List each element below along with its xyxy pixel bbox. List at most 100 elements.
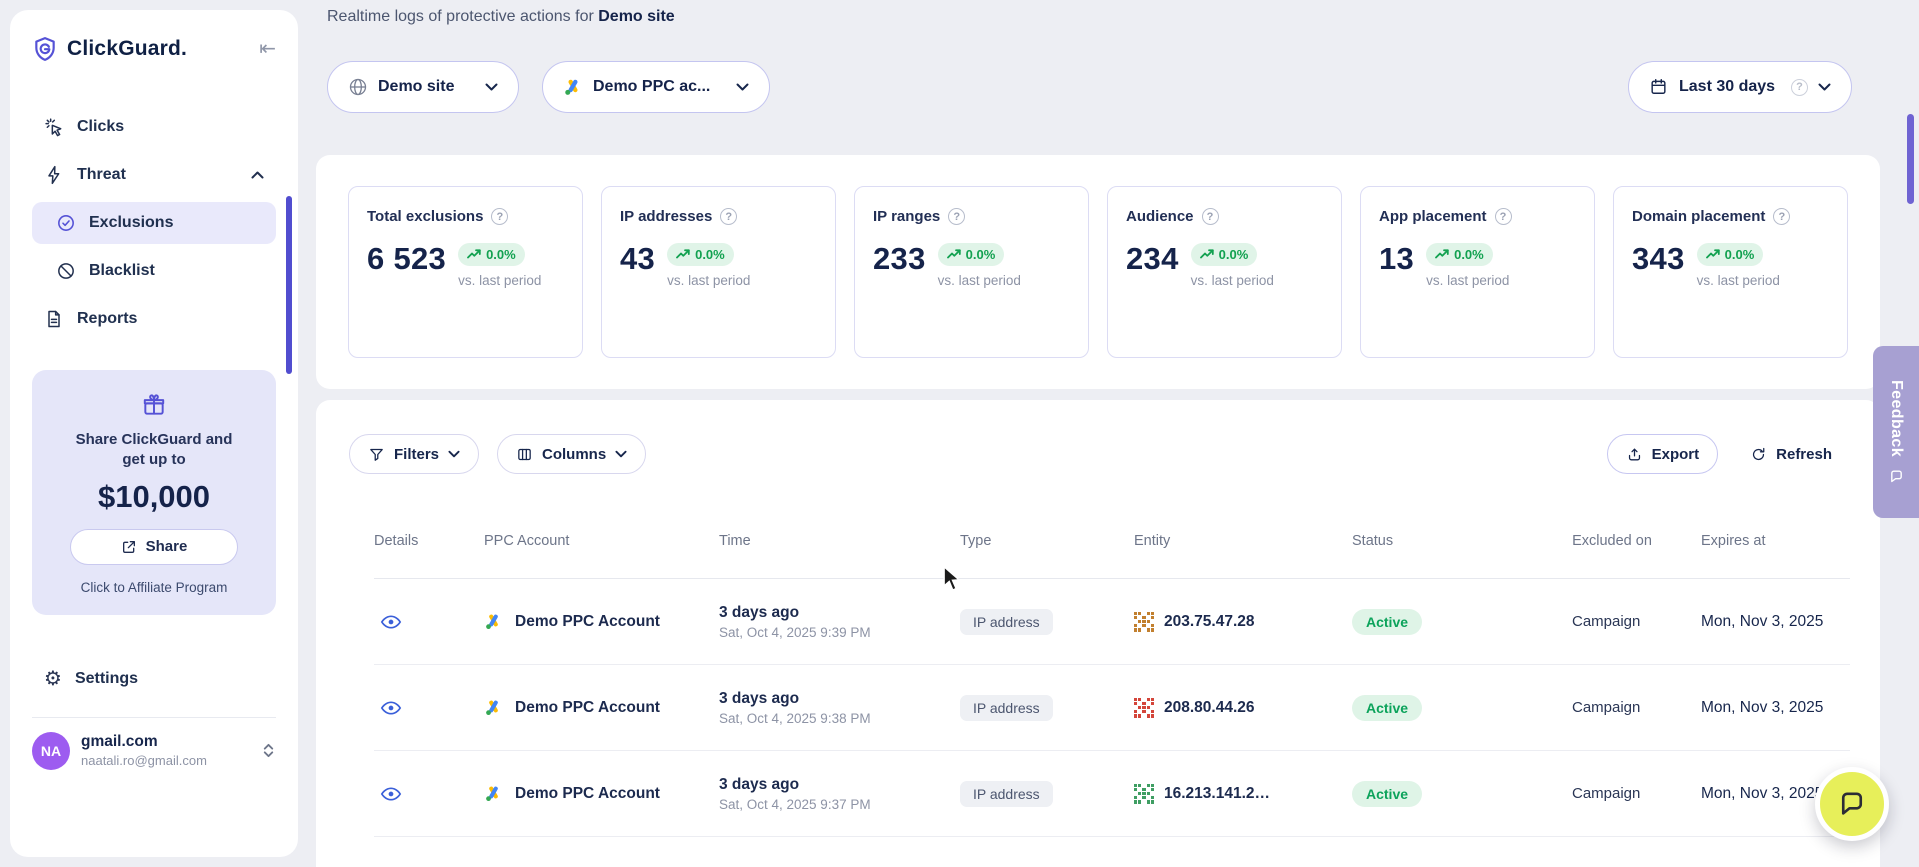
ppc-account-name: Demo PPC Account	[515, 785, 660, 803]
time-relative: 3 days ago	[719, 690, 960, 708]
share-button-label: Share	[146, 538, 188, 555]
trend-up-badge: 0.0%	[1426, 243, 1493, 266]
col-header-ppc-account: PPC Account	[484, 533, 569, 549]
time-relative: 3 days ago	[719, 776, 960, 794]
col-header-time: Time	[719, 533, 751, 549]
help-icon[interactable]: ?	[720, 208, 737, 225]
site-selector-label: Demo site	[378, 78, 454, 96]
export-button[interactable]: Export	[1607, 434, 1719, 474]
filters-button[interactable]: Filters	[349, 434, 479, 474]
logo-row: ClickGuard. ⇤	[32, 36, 276, 62]
stat-vs-label: vs. last period	[667, 273, 750, 288]
help-icon[interactable]: ?	[491, 208, 508, 225]
help-icon[interactable]: ?	[1791, 79, 1808, 96]
lightning-bolt-icon	[44, 165, 64, 185]
trend-up-badge: 0.0%	[938, 243, 1005, 266]
excluded-on-value: Campaign	[1572, 613, 1701, 630]
status-badge: Active	[1352, 781, 1422, 807]
sidebar-item-reports[interactable]: Reports	[32, 298, 276, 340]
trend-up-icon	[676, 249, 690, 260]
page-scrollbar[interactable]	[1907, 114, 1914, 204]
trend-up-badge: 0.0%	[1697, 243, 1764, 266]
export-button-label: Export	[1652, 446, 1700, 463]
ppc-account-name: Demo PPC Account	[515, 699, 660, 717]
sidebar-item-threat[interactable]: Threat	[32, 154, 276, 196]
collapse-sidebar-icon[interactable]: ⇤	[259, 39, 276, 59]
gear-icon: ⚙	[44, 669, 62, 689]
external-link-icon	[121, 539, 137, 555]
columns-icon	[516, 446, 533, 463]
sidebar-item-clicks[interactable]: Clicks	[32, 106, 276, 148]
help-icon[interactable]: ?	[948, 208, 965, 225]
view-details-eye-icon[interactable]	[380, 783, 402, 805]
chat-launcher-button[interactable]	[1815, 767, 1889, 841]
page-subtitle: Realtime logs of protective actions for …	[327, 8, 675, 26]
affiliate-program-link[interactable]: Click to Affiliate Program	[48, 580, 260, 595]
status-badge: Active	[1352, 609, 1422, 635]
clickguard-logo-icon	[32, 36, 58, 62]
cursor-click-icon	[44, 117, 64, 137]
sidebar-item-settings[interactable]: ⚙ Settings	[32, 659, 276, 699]
ppc-account-selector-label: Demo PPC ac...	[593, 78, 710, 96]
stat-card-app-placement: App placement? 13 0.0% vs. last period	[1360, 186, 1595, 358]
sidebar-item-exclusions[interactable]: Exclusions	[32, 202, 276, 244]
stat-card-ip-ranges: IP ranges? 233 0.0% vs. last period	[854, 186, 1089, 358]
sidebar-scrollbar[interactable]	[286, 196, 292, 374]
col-header-expires-at: Expires at	[1701, 533, 1765, 549]
chat-bubble-icon	[1837, 789, 1867, 819]
chevron-up-down-icon[interactable]	[261, 742, 276, 759]
shield-check-icon	[56, 213, 76, 233]
entity-value: 208.80.44.26	[1164, 699, 1255, 717]
funnel-icon	[368, 446, 385, 463]
feedback-tab[interactable]: Feedback	[1873, 346, 1919, 518]
status-badge: Active	[1352, 695, 1422, 721]
trend-up-icon	[467, 249, 481, 260]
stat-value: 343	[1632, 241, 1685, 277]
view-details-eye-icon[interactable]	[380, 697, 402, 719]
export-icon	[1626, 446, 1643, 463]
help-icon[interactable]: ?	[1202, 208, 1219, 225]
stat-card-ip-addresses: IP addresses? 43 0.0% vs. last period	[601, 186, 836, 358]
sidebar: ClickGuard. ⇤ Clicks Threat	[10, 10, 298, 857]
chevron-down-icon	[736, 78, 749, 96]
stat-vs-label: vs. last period	[1426, 273, 1509, 288]
date-range-selector[interactable]: Last 30 days ?	[1628, 61, 1852, 113]
help-icon[interactable]: ?	[1495, 208, 1512, 225]
col-header-entity: Entity	[1134, 533, 1170, 549]
exclusions-table: Details PPC Account Time Type Entity Sta…	[374, 504, 1850, 867]
share-button[interactable]: Share	[70, 529, 238, 565]
table-header-row: Details PPC Account Time Type Entity Sta…	[374, 504, 1850, 579]
expires-at-value: Mon, Nov 3, 2025	[1701, 613, 1850, 631]
google-ads-icon	[563, 77, 583, 97]
promo-text: Share ClickGuard and get up to	[64, 430, 244, 471]
stat-label: IP ranges	[873, 208, 940, 225]
stat-value: 13	[1379, 241, 1414, 277]
stat-label: App placement	[1379, 208, 1487, 225]
view-details-eye-icon[interactable]	[380, 611, 402, 633]
nav-label-threat: Threat	[77, 166, 126, 184]
feedback-widget-icon	[1889, 469, 1904, 484]
refresh-button[interactable]: Refresh	[1732, 434, 1850, 474]
help-icon[interactable]: ?	[1773, 208, 1790, 225]
columns-button[interactable]: Columns	[497, 434, 646, 474]
user-domain: gmail.com	[81, 733, 207, 751]
nav-label-reports: Reports	[77, 310, 137, 328]
refresh-icon	[1750, 446, 1767, 463]
refresh-button-label: Refresh	[1776, 446, 1832, 463]
chevron-down-icon	[615, 450, 627, 458]
site-selector[interactable]: Demo site	[327, 61, 519, 113]
col-header-status: Status	[1352, 533, 1393, 549]
google-ads-icon	[484, 698, 504, 718]
entity-identicon	[1134, 612, 1154, 632]
sidebar-item-blacklist[interactable]: Blacklist	[32, 250, 276, 292]
globe-icon	[348, 77, 368, 97]
table-row: Demo PPC Account 3 days agoSat, Oct 4, 2…	[374, 751, 1850, 837]
trend-up-badge: 0.0%	[458, 243, 525, 266]
time-relative: 3 days ago	[719, 604, 960, 622]
ppc-account-selector[interactable]: Demo PPC ac...	[542, 61, 770, 113]
settings-label: Settings	[75, 670, 138, 688]
main-content: Realtime logs of protective actions for …	[316, 0, 1880, 867]
user-menu[interactable]: NA gmail.com naatali.ro@gmail.com	[32, 732, 276, 770]
chevron-up-icon	[251, 166, 264, 184]
table-row: Demo PPC Account 3 days agoSat, Oct 4, 2…	[374, 579, 1850, 665]
